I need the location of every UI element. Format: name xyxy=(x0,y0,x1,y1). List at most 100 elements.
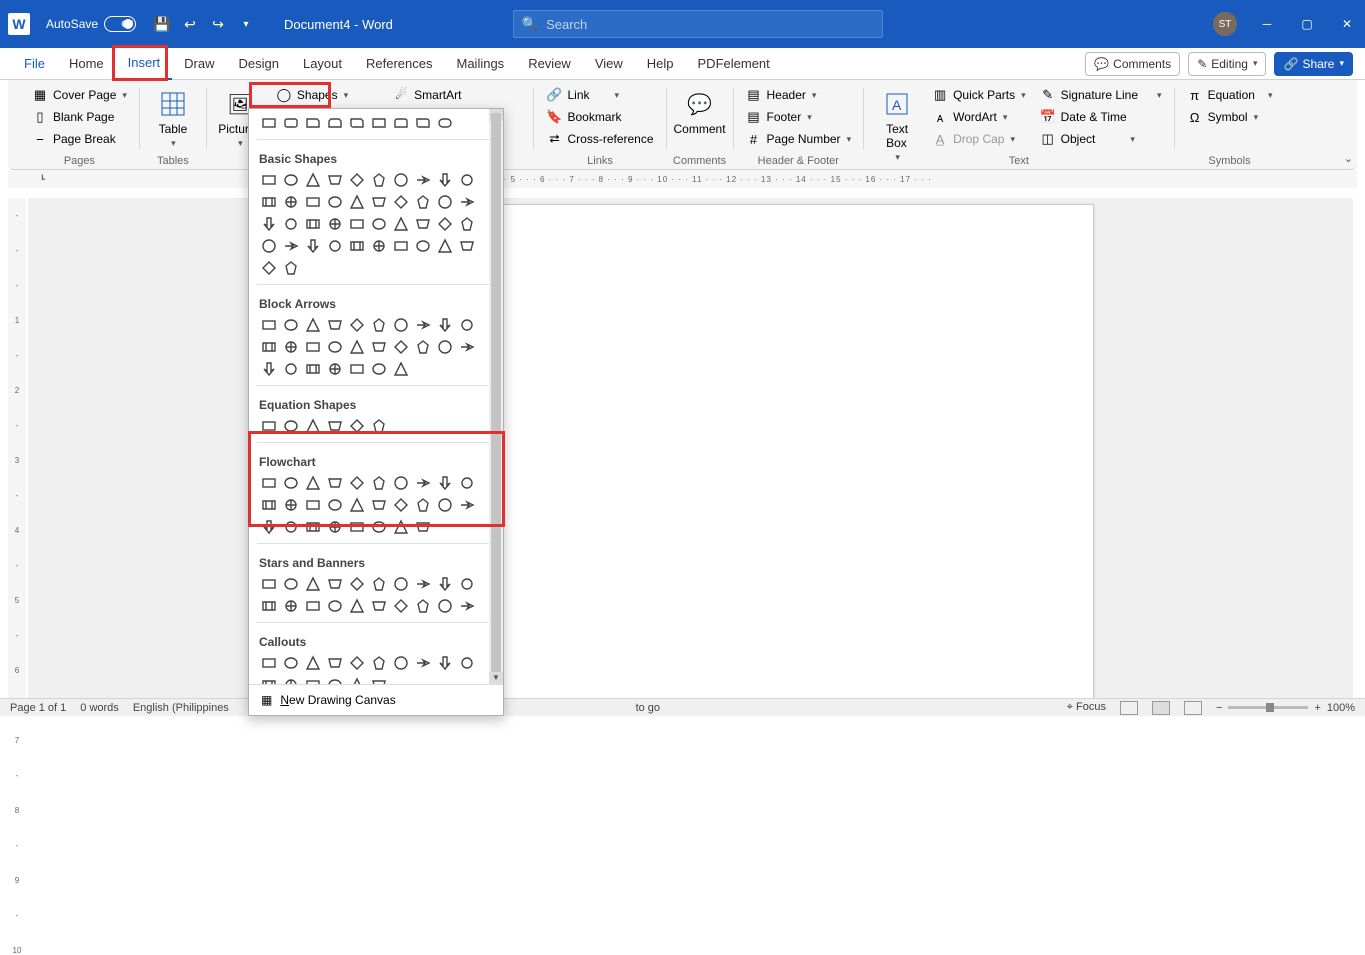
shape-item[interactable] xyxy=(347,214,367,234)
shape-item[interactable] xyxy=(303,337,323,357)
shape-item[interactable] xyxy=(325,214,345,234)
shape-item[interactable] xyxy=(259,315,279,335)
shape-item[interactable] xyxy=(391,192,411,212)
blank-page-button[interactable]: ▯Blank Page xyxy=(28,106,131,128)
shape-item[interactable] xyxy=(281,416,301,436)
shape-item[interactable] xyxy=(435,574,455,594)
shape-item[interactable] xyxy=(413,170,433,190)
shape-item[interactable] xyxy=(347,675,367,684)
date-time-button[interactable]: 📅Date & Time xyxy=(1036,106,1166,128)
shape-item[interactable] xyxy=(325,170,345,190)
shape-item[interactable] xyxy=(325,653,345,673)
shape-item[interactable] xyxy=(347,473,367,493)
shape-item[interactable] xyxy=(347,574,367,594)
comments-button[interactable]: 💬 Comments xyxy=(1085,52,1180,76)
shape-item[interactable] xyxy=(391,653,411,673)
shape-item[interactable] xyxy=(325,359,345,379)
shape-item[interactable] xyxy=(391,236,411,256)
footer-button[interactable]: ▤Footer▾ xyxy=(742,106,856,128)
page-number-button[interactable]: #Page Number▾ xyxy=(742,128,856,150)
shape-item[interactable] xyxy=(347,236,367,256)
shape-snip2-rect[interactable] xyxy=(325,113,345,133)
shape-item[interactable] xyxy=(413,517,433,537)
shape-item[interactable] xyxy=(369,416,389,436)
shape-item[interactable] xyxy=(281,495,301,515)
shape-item[interactable] xyxy=(369,214,389,234)
search-input[interactable]: 🔍 Search xyxy=(513,10,883,38)
autosave-toggle[interactable]: AutoSave Off xyxy=(46,16,136,32)
maximize-button[interactable]: ▢ xyxy=(1297,17,1317,31)
shape-item[interactable] xyxy=(435,192,455,212)
shape-item[interactable] xyxy=(457,337,477,357)
shape-item[interactable] xyxy=(369,236,389,256)
zoom-out-icon[interactable]: − xyxy=(1216,702,1222,714)
smartart-button[interactable]: ☄SmartArt xyxy=(389,84,465,106)
shape-item[interactable] xyxy=(347,653,367,673)
shape-item[interactable] xyxy=(413,236,433,256)
shape-item[interactable] xyxy=(303,416,323,436)
shape-item[interactable] xyxy=(303,653,323,673)
shape-item[interactable] xyxy=(413,596,433,616)
bookmark-button[interactable]: 🔖Bookmark xyxy=(542,106,657,128)
shape-item[interactable] xyxy=(457,236,477,256)
save-icon[interactable]: 💾 xyxy=(148,10,176,38)
status-page[interactable]: Page 1 of 1 xyxy=(10,702,66,714)
focus-mode-button[interactable]: ⌖ Focus xyxy=(1067,701,1106,714)
autosave-switch[interactable]: Off xyxy=(104,16,136,32)
shape-item[interactable] xyxy=(435,170,455,190)
ribbon-collapse-icon[interactable]: ⌄ xyxy=(1344,152,1353,165)
shape-item[interactable] xyxy=(325,192,345,212)
shape-item[interactable] xyxy=(303,517,323,537)
shape-item[interactable] xyxy=(325,495,345,515)
shape-item[interactable] xyxy=(325,675,345,684)
equation-button[interactable]: πEquation▾ xyxy=(1183,84,1277,106)
shape-item[interactable] xyxy=(413,315,433,335)
shape-item[interactable] xyxy=(413,337,433,357)
shape-item[interactable] xyxy=(281,653,301,673)
shape-item[interactable] xyxy=(281,675,301,684)
shape-item[interactable] xyxy=(369,574,389,594)
shape-item[interactable] xyxy=(369,170,389,190)
shape-item[interactable] xyxy=(303,192,323,212)
tab-view[interactable]: View xyxy=(583,48,635,80)
shape-item[interactable] xyxy=(347,495,367,515)
shape-item[interactable] xyxy=(281,473,301,493)
shape-item[interactable] xyxy=(259,596,279,616)
shape-item[interactable] xyxy=(369,473,389,493)
shape-item[interactable] xyxy=(303,170,323,190)
shape-item[interactable] xyxy=(369,596,389,616)
shape-item[interactable] xyxy=(391,495,411,515)
shape-item[interactable] xyxy=(347,596,367,616)
shape-item[interactable] xyxy=(303,236,323,256)
shape-item[interactable] xyxy=(457,596,477,616)
shape-item[interactable] xyxy=(259,214,279,234)
shape-item[interactable] xyxy=(325,596,345,616)
shape-item[interactable] xyxy=(457,315,477,335)
shape-item[interactable] xyxy=(281,236,301,256)
symbol-button[interactable]: ΩSymbol▾ xyxy=(1183,106,1277,128)
shape-item[interactable] xyxy=(303,359,323,379)
shape-item[interactable] xyxy=(347,416,367,436)
shape-item[interactable] xyxy=(457,495,477,515)
shape-item[interactable] xyxy=(457,214,477,234)
web-layout-icon[interactable] xyxy=(1184,701,1202,715)
shape-snip-round-rect[interactable] xyxy=(347,113,367,133)
shape-item[interactable] xyxy=(281,574,301,594)
shape-item[interactable] xyxy=(347,337,367,357)
table-button[interactable]: Table▾ xyxy=(148,84,198,153)
shape-item[interactable] xyxy=(303,495,323,515)
shape-item[interactable] xyxy=(281,315,301,335)
tab-references[interactable]: References xyxy=(354,48,444,80)
shape-item[interactable] xyxy=(369,495,389,515)
shape-item[interactable] xyxy=(369,517,389,537)
shape-item[interactable] xyxy=(391,596,411,616)
editing-mode-button[interactable]: ✎ Editing ▾ xyxy=(1188,52,1266,76)
shape-item[interactable] xyxy=(281,258,301,278)
tab-insert[interactable]: Insert xyxy=(116,48,173,80)
shape-item[interactable] xyxy=(435,337,455,357)
shape-item[interactable] xyxy=(281,192,301,212)
shape-item[interactable] xyxy=(303,473,323,493)
shape-item[interactable] xyxy=(435,236,455,256)
shape-item[interactable] xyxy=(435,495,455,515)
shape-item[interactable] xyxy=(413,192,433,212)
